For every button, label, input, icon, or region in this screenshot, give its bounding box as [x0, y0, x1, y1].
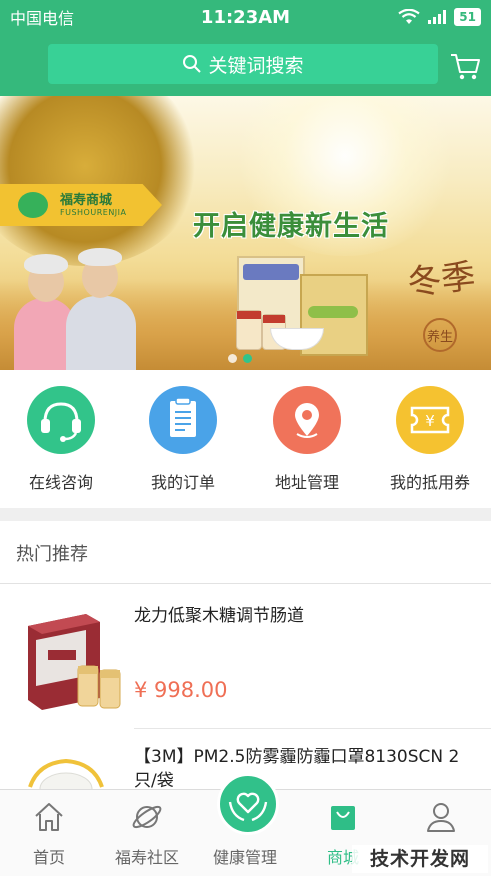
carousel-dot-active[interactable]	[243, 354, 252, 363]
carousel-dot[interactable]	[228, 354, 237, 363]
tab-label: 健康管理	[212, 848, 277, 867]
brand-name: 福寿商城	[60, 193, 113, 208]
tab-home[interactable]: 首页	[0, 790, 98, 876]
my-orders-button[interactable]: 我的订单	[122, 386, 244, 493]
brand-tag: 福寿商城 FUSHOURENJIA	[0, 184, 162, 226]
tab-label: 福寿社区	[114, 848, 179, 867]
home-icon	[35, 803, 63, 831]
product-name: 龙力低聚木糖调节肠道	[134, 606, 304, 626]
svg-text:¥: ¥	[425, 412, 435, 430]
product-name: 【3M】PM2.5防雾霾防霾口罩8130SCN 2只/袋	[134, 747, 460, 789]
health-center-button[interactable]	[217, 773, 279, 835]
address-manage-button[interactable]: 地址管理	[246, 386, 368, 493]
jar-image	[236, 310, 262, 350]
season-text: 冬季	[405, 256, 478, 304]
section-divider	[0, 508, 491, 521]
tab-health[interactable]: 健康管理	[196, 773, 294, 876]
season-seal: 养生	[423, 318, 457, 352]
heart-hands-icon	[228, 792, 268, 822]
search-placeholder: 关键词搜索	[208, 54, 304, 77]
headset-icon	[41, 402, 81, 442]
shopping-bag-icon	[331, 806, 355, 830]
yuan-coupon-icon: ¥	[410, 406, 450, 434]
banner-slogan: 开启健康新生活	[193, 211, 389, 242]
planet-icon	[132, 805, 162, 829]
header: 关键词搜索	[0, 34, 491, 96]
section-title: 热门推荐	[16, 544, 88, 565]
quick-label: 我的抵用券	[389, 473, 470, 492]
promo-banner[interactable]: 福寿商城 FUSHOURENJIA 开启健康新生活 冬季 养生	[0, 96, 491, 370]
cart-icon[interactable]	[448, 48, 482, 82]
product-image	[28, 614, 121, 710]
battery-icon: 51	[454, 8, 481, 26]
quick-label: 我的订单	[150, 473, 215, 492]
carrier-name: 中国电信	[10, 9, 75, 28]
user-icon	[427, 803, 455, 832]
quick-label: 地址管理	[274, 473, 339, 492]
order-list-icon	[170, 397, 196, 437]
wifi-icon	[398, 9, 420, 24]
site-watermark: 技术开发网	[352, 845, 488, 873]
search-input[interactable]: 关键词搜索	[48, 44, 438, 84]
brand-logo-icon	[18, 192, 48, 218]
status-bar: 中国电信 11:23AM 51	[0, 0, 491, 34]
tab-label: 首页	[32, 848, 65, 867]
brand-sub: FUSHOURENJIA	[60, 208, 127, 217]
my-coupons-button[interactable]: ¥ 我的抵用券	[369, 386, 491, 493]
signal-icon	[428, 10, 447, 24]
location-pin-icon	[295, 403, 319, 438]
quick-actions: 在线咨询 我的订单 地址管理 ¥ 我的抵用券	[0, 370, 491, 508]
search-icon	[183, 55, 202, 73]
product-image	[28, 758, 104, 789]
product-price: ¥ 998.00	[134, 678, 228, 702]
carousel-indicator	[228, 354, 252, 363]
product-item[interactable]: 龙力低聚木糖调节肠道 ¥ 998.00	[0, 584, 491, 729]
elderly-man-image	[60, 244, 140, 370]
quick-label: 在线咨询	[28, 473, 93, 492]
online-consult-button[interactable]: 在线咨询	[0, 386, 122, 493]
tab-community[interactable]: 福寿社区	[98, 790, 196, 876]
